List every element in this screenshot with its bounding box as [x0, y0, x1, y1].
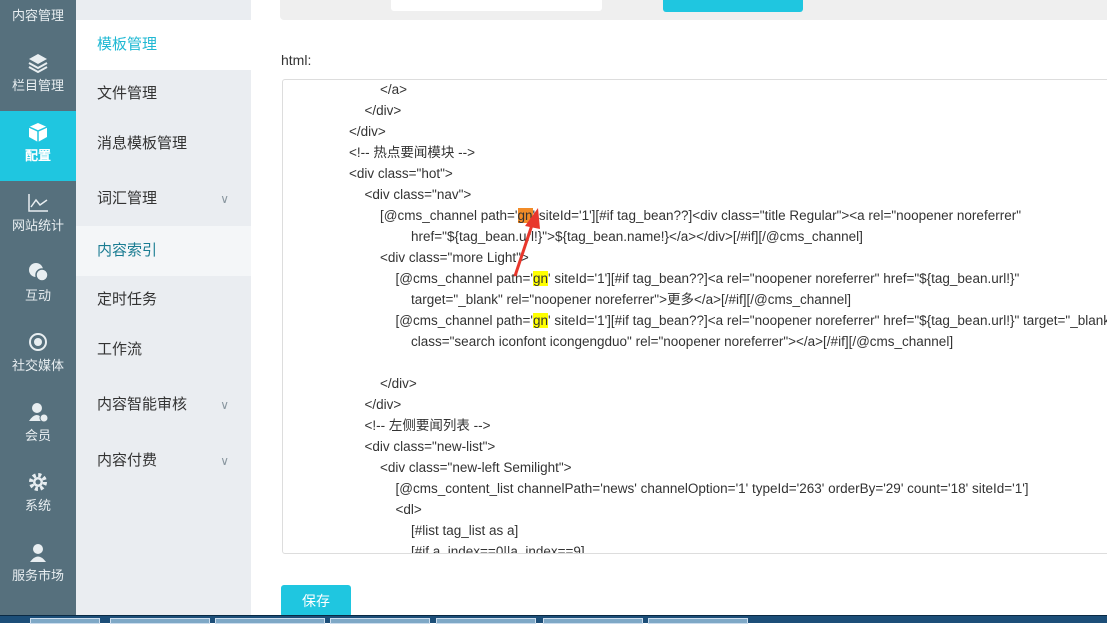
submenu-item-7[interactable]: 内容智能审核 ∨	[76, 380, 251, 430]
html-code-editor[interactable]: </a></div></div><!-- 热点要闻模块 --><div clas…	[282, 79, 1107, 554]
nav-item-label: 服务市场	[0, 565, 76, 584]
code-line: <div class="hot">	[349, 163, 453, 184]
template-name-input[interactable]	[391, 0, 602, 11]
code-text: [@cms_channel path='	[396, 271, 534, 286]
service-icon	[27, 541, 49, 563]
code-text: [@cms_channel path='	[380, 208, 518, 223]
code-line: [#if a_index==0||a_index==9]	[411, 541, 585, 554]
submenu-item-4[interactable]: 内容索引	[76, 226, 251, 276]
code-text: [@cms_channel path='	[396, 313, 534, 328]
nav-item-label: 会员	[0, 425, 76, 444]
nav-item-7[interactable]: 系统	[0, 461, 76, 531]
submenu-item-8[interactable]: 内容付费 ∨	[76, 436, 251, 486]
taskbar-button[interactable]	[436, 618, 536, 624]
search-match-highlight: gn	[533, 271, 548, 286]
submenu-item-5[interactable]: 定时任务	[76, 275, 251, 325]
code-line: target="_blank" rel="noopener noreferrer…	[411, 289, 851, 310]
submenu-item-label: 消息模板管理	[97, 135, 187, 152]
code-line: <dl>	[396, 499, 422, 520]
content-icon	[27, 0, 49, 3]
code-line: <div class="more Light">	[380, 247, 529, 268]
nav-item-8[interactable]: 服务市场	[0, 531, 76, 601]
nav-item-4[interactable]: 互动	[0, 251, 76, 321]
taskbar-button[interactable]	[648, 618, 748, 624]
code-line: [@cms_channel path='gn' siteId='1'][#if …	[380, 205, 1021, 226]
code-line: [@cms_channel path='gn' siteId='1'][#if …	[396, 310, 1107, 331]
submenu-item-3[interactable]: 词汇管理 ∨	[76, 174, 251, 224]
html-label: html:	[281, 52, 311, 68]
code-text: ' siteId='1'][#if tag_bean??]<a rel="noo…	[548, 313, 1107, 328]
nav-item-label: 网站统计	[0, 215, 76, 234]
code-line: href="${tag_bean.url!}">${tag_bean.name!…	[411, 226, 863, 247]
nav-item-label: 社交媒体	[0, 355, 76, 374]
submenu-item-label: 定时任务	[97, 291, 157, 308]
os-taskbar	[0, 615, 1107, 623]
code-text: ' siteId='1'][#if tag_bean??]<a rel="noo…	[548, 271, 1019, 286]
nav-item-label: 内容管理	[0, 5, 76, 24]
nav-item-label: 互动	[0, 285, 76, 304]
code-line: <div class="nav">	[365, 184, 472, 205]
code-line: [@cms_channel path='gn' siteId='1'][#if …	[396, 268, 1020, 289]
code-line: </div>	[380, 373, 417, 394]
nav-item-2[interactable]: 配置	[0, 111, 76, 181]
header-action-button[interactable]	[663, 0, 803, 12]
nav-item-label: 栏目管理	[0, 75, 76, 94]
code-line: <!-- 热点要闻模块 -->	[349, 142, 475, 163]
search-match-highlight: gn	[518, 208, 533, 223]
main-nav: 内容管理栏目管理配置网站统计互动社交媒体会员系统服务市场	[0, 0, 76, 615]
code-line: [@cms_content_list channelPath='news' ch…	[396, 478, 1029, 499]
taskbar-button[interactable]	[215, 618, 325, 624]
layers-icon	[27, 51, 49, 73]
chat-icon	[27, 261, 49, 283]
submenu-item-6[interactable]: 工作流	[76, 325, 251, 375]
submenu-item-label: 内容付费	[97, 452, 157, 469]
taskbar-button[interactable]	[330, 618, 430, 624]
submenu-item-label: 文件管理	[97, 85, 157, 102]
chevron-down-icon[interactable]: ∨	[220, 380, 229, 430]
chevron-down-icon[interactable]: ∨	[220, 174, 229, 224]
nav-item-label: 配置	[0, 145, 76, 164]
taskbar-button[interactable]	[110, 618, 210, 624]
chart-icon	[27, 191, 49, 213]
code-line: </a>	[380, 79, 407, 100]
submenu-item-1[interactable]: 文件管理	[76, 69, 251, 119]
nav-item-6[interactable]: 会员	[0, 391, 76, 461]
save-button[interactable]: 保存	[281, 585, 351, 617]
submenu-item-0[interactable]: 模板管理	[76, 20, 251, 70]
nav-item-5[interactable]: 社交媒体	[0, 321, 76, 391]
nav-item-0[interactable]: 内容管理	[0, 0, 76, 41]
nav-item-1[interactable]: 栏目管理	[0, 41, 76, 111]
search-match-highlight: gn	[533, 313, 548, 328]
submenu-item-label: 模板管理	[97, 36, 157, 53]
nav-item-3[interactable]: 网站统计	[0, 181, 76, 251]
code-line: [#list tag_list as a]	[411, 520, 518, 541]
gear-icon	[27, 471, 49, 493]
submenu-item-partial[interactable]	[76, 0, 251, 20]
code-line: <div class="new-left Semilight">	[380, 457, 572, 478]
code-line: </div>	[365, 100, 402, 121]
chevron-down-icon[interactable]: ∨	[220, 436, 229, 486]
nav-item-label: 系统	[0, 495, 76, 514]
submenu-item-label: 工作流	[97, 341, 142, 358]
submenu-item-label: 内容索引	[97, 242, 157, 259]
code-line: </div>	[349, 121, 386, 142]
code-text: ' siteId='1'][#if tag_bean??]<div class=…	[533, 208, 1021, 223]
taskbar-button[interactable]	[30, 618, 100, 624]
social-icon	[27, 331, 49, 353]
member-icon	[27, 401, 49, 423]
cube-icon	[27, 121, 49, 143]
code-line: class="search iconfont icongengduo" rel=…	[411, 331, 953, 352]
code-line: <div class="new-list">	[365, 436, 496, 457]
code-line: </div>	[365, 394, 402, 415]
taskbar-button[interactable]	[543, 618, 643, 624]
submenu-item-label: 内容智能审核	[97, 396, 187, 413]
code-line: <!-- 左侧要闻列表 -->	[365, 415, 491, 436]
template-header-panel	[280, 0, 1107, 20]
config-submenu: 模板管理文件管理消息模板管理词汇管理∨内容索引定时任务工作流内容智能审核∨内容付…	[76, 0, 251, 615]
submenu-item-label: 词汇管理	[97, 190, 157, 207]
submenu-item-2[interactable]: 消息模板管理	[76, 119, 251, 169]
